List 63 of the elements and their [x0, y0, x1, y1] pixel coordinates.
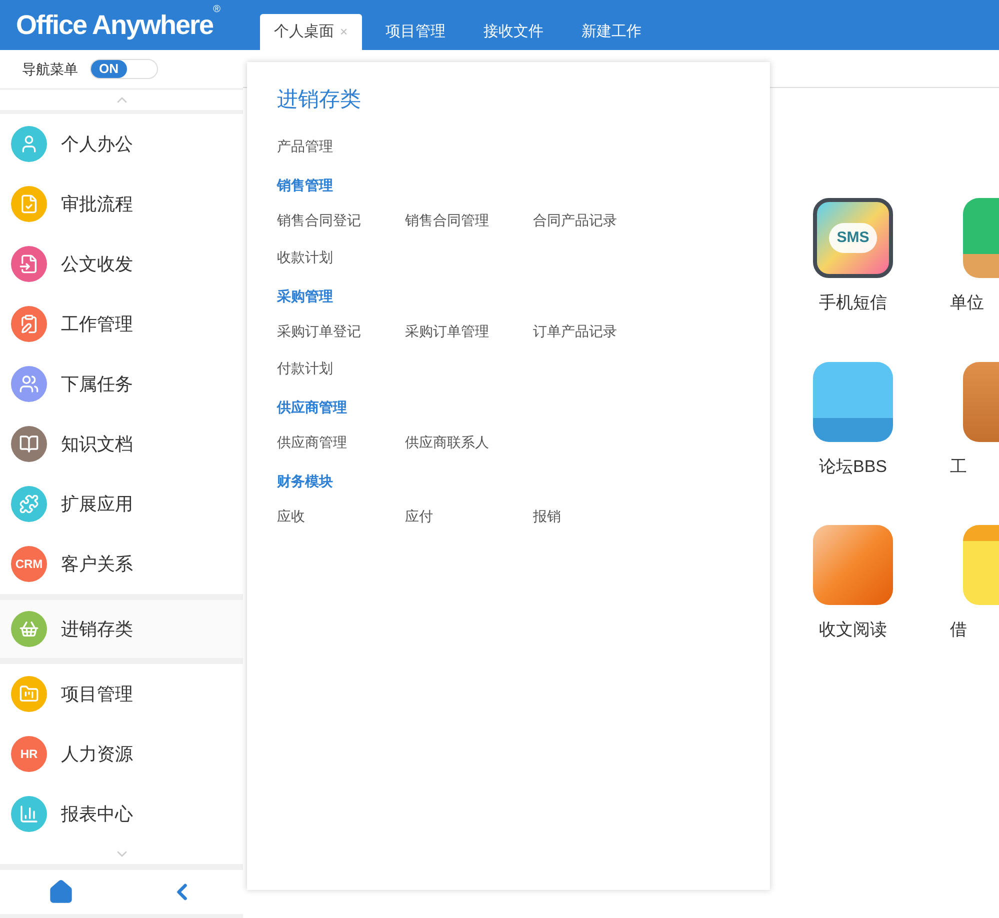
app-icon[interactable]: SMS — [813, 198, 893, 278]
menu-label: 扩展应用 — [61, 492, 133, 516]
sidebar-item[interactable]: CRM 客户关系 — [0, 534, 243, 594]
sidebar-item[interactable]: 工作管理 — [0, 294, 243, 354]
menu-link[interactable]: 产品管理 — [277, 136, 405, 156]
menu-icon: HR — [11, 736, 47, 772]
app-label[interactable]: 借 — [950, 617, 967, 642]
menu-link[interactable]: 应付 — [405, 506, 533, 526]
registered-mark: ® — [213, 3, 220, 17]
tab[interactable]: 个人桌面 × — [260, 14, 362, 50]
sidebar-item[interactable]: HR 人力资源 — [0, 724, 243, 784]
sidebar-item[interactable]: 知识文档 — [0, 414, 243, 474]
menu-link[interactable]: 应收 — [277, 506, 405, 526]
panel-title: 进销存类 — [277, 87, 362, 113]
toggle-switch[interactable]: ON — [90, 59, 158, 79]
sidebar-item[interactable]: 项目管理 — [0, 664, 243, 724]
menu-link[interactable]: 销售合同管理 — [405, 210, 533, 230]
menu-link[interactable]: 付款计划 — [277, 358, 405, 378]
menu-icon: CRM — [11, 546, 47, 582]
sidebar-item[interactable]: 扩展应用 — [0, 474, 243, 534]
menu-label: 个人办公 — [61, 132, 133, 156]
sidebar-item[interactable]: 报表中心 — [0, 784, 243, 844]
app-label[interactable]: 论坛BBS — [818, 454, 888, 479]
tab[interactable]: 新建工作 — [568, 14, 656, 50]
menu-label: 审批流程 — [61, 192, 133, 216]
menu-link[interactable]: 收款计划 — [277, 246, 405, 268]
menu-label: 客户关系 — [61, 552, 133, 576]
sidebar-item[interactable]: 审批流程 — [0, 174, 243, 234]
home-icon[interactable] — [48, 879, 74, 905]
menu-label: 下属任务 — [61, 372, 133, 396]
menu-link[interactable]: 销售合同登记 — [277, 210, 405, 230]
menu-label: 项目管理 — [61, 682, 133, 706]
tab[interactable]: 接收文件 — [470, 14, 558, 50]
sms-bubble: SMS — [828, 222, 878, 254]
menu-link[interactable]: 供应商管理 — [277, 432, 405, 452]
menu-label: 工作管理 — [61, 312, 133, 336]
menu-label: 人力资源 — [61, 742, 133, 766]
menu-label: 知识文档 — [61, 432, 133, 456]
tab[interactable]: 项目管理 — [372, 14, 460, 50]
menu-link[interactable]: 采购订单管理 — [405, 320, 533, 342]
sidebar-item[interactable]: 下属任务 — [0, 354, 243, 414]
menu-link[interactable]: 报销 — [533, 506, 661, 526]
app-label[interactable]: 工 — [950, 454, 967, 479]
menu-link[interactable]: 供应商联系人 — [405, 432, 533, 452]
logo: Office Anywhere — [16, 10, 214, 42]
menu-link[interactable]: 采购订单登记 — [277, 320, 405, 342]
section-heading: 采购管理 — [277, 286, 334, 306]
sidebar-item[interactable]: 个人办公 — [0, 114, 243, 174]
section-heading: 销售管理 — [277, 176, 334, 194]
menu-label: 进销存类 — [61, 618, 133, 640]
section-heading: 供应商管理 — [277, 398, 348, 416]
app-label[interactable]: 手机短信 — [819, 290, 887, 316]
app-label[interactable]: 单位 — [950, 290, 984, 316]
menu-link[interactable]: 订单产品记录 — [533, 320, 661, 342]
app-label[interactable]: 收文阅读 — [819, 617, 887, 642]
sidebar-item[interactable]: 公文收发 — [0, 234, 243, 294]
menu-label: 报表中心 — [61, 802, 133, 826]
app-icon[interactable] — [813, 525, 893, 605]
section-heading: 财务模块 — [277, 472, 334, 490]
menu-link[interactable]: 合同产品记录 — [533, 210, 661, 230]
menu-label: 公文收发 — [61, 252, 133, 276]
nav-menu-label: 导航菜单 — [22, 60, 78, 78]
app-icon[interactable] — [813, 362, 893, 442]
